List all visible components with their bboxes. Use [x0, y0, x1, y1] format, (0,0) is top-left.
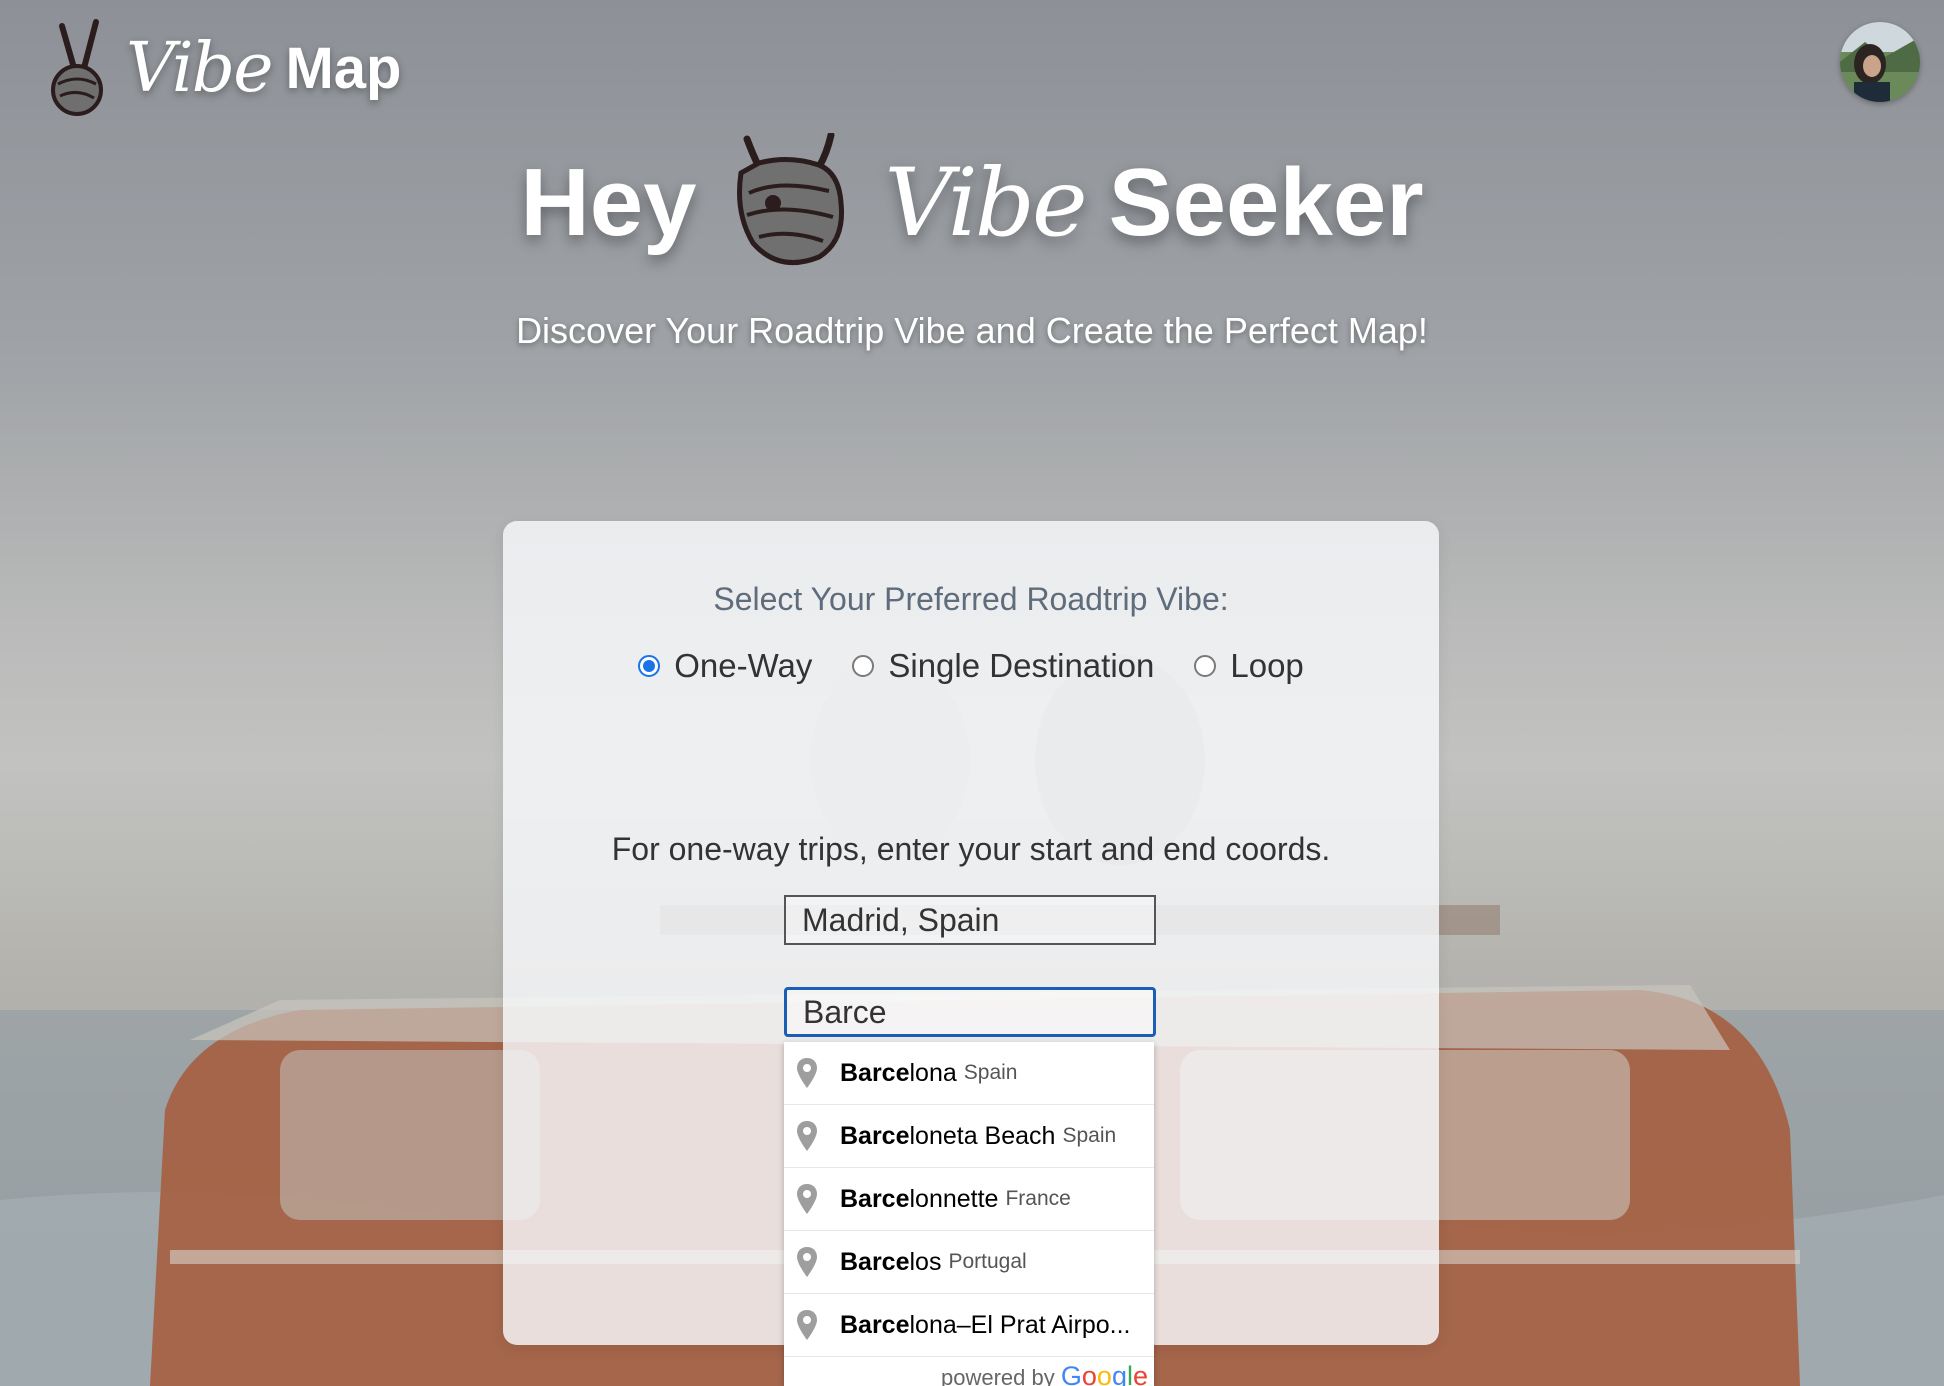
radio-loop[interactable]: Loop — [1194, 647, 1304, 685]
map-pin-icon — [797, 1121, 817, 1151]
powered-by-text: powered by — [940, 1365, 1055, 1386]
suggestion-rest: loneta Beach — [909, 1121, 1056, 1150]
suggestion-item[interactable]: Barce lona–El Prat Airpo... — [784, 1294, 1154, 1357]
hero-vibe: Vibe — [884, 148, 1088, 258]
map-pin-icon — [797, 1310, 817, 1340]
suggestion-item[interactable]: Barce loneta Beach Spain — [784, 1105, 1154, 1168]
map-pin-icon — [797, 1184, 817, 1214]
suggestion-item[interactable]: Barce lona Spain — [784, 1042, 1154, 1105]
brand-map-text: Map — [285, 35, 402, 101]
suggestion-country: Spain — [963, 1061, 1018, 1084]
hero-heading: Hey Vibe Seeker — [0, 128, 1944, 278]
suggestion-match: Barce — [840, 1247, 910, 1276]
suggestion-rest: los — [909, 1247, 942, 1276]
avatar-image — [1840, 22, 1920, 102]
suggestion-match: Barce — [840, 1310, 910, 1339]
map-pin-icon — [797, 1058, 817, 1088]
start-location-input[interactable] — [784, 895, 1156, 945]
vibe-radio-group: One-Way Single Destination Loop — [503, 647, 1439, 685]
radio-one-way-label: One-Way — [674, 647, 813, 684]
user-avatar[interactable] — [1840, 22, 1920, 102]
autocomplete-dropdown: Barce lona Spain Barce loneta Beach Spain Ba… — [784, 1042, 1154, 1386]
suggestion-rest: lona — [909, 1058, 957, 1087]
powered-by-google: powered by Google — [941, 1361, 1148, 1386]
suggestion-item[interactable]: Barce los Portugal — [784, 1231, 1154, 1294]
google-logo: Google — [1060, 1361, 1148, 1386]
suggestion-country: France — [1005, 1187, 1071, 1210]
radio-single-destination-dot[interactable] — [852, 655, 875, 677]
suggestion-match: Barce — [840, 1058, 910, 1087]
hero-hey: Hey — [520, 149, 697, 256]
radio-single-destination[interactable]: Single Destination — [852, 647, 1154, 685]
suggestion-match: Barce — [840, 1184, 910, 1213]
radio-one-way[interactable]: One-Way — [638, 647, 812, 685]
suggestion-rest: lona–El Prat Airpo... — [909, 1310, 1131, 1339]
radio-loop-dot[interactable] — [1194, 655, 1217, 677]
suggestion-match: Barce — [840, 1121, 910, 1150]
peace-hand-icon — [51, 19, 103, 116]
suggestion-country: Portugal — [948, 1250, 1027, 1273]
trip-instructions: For one-way trips, enter your start and … — [611, 831, 1331, 867]
brand-vibe-text: Vibe — [126, 28, 273, 108]
hero-subtitle: Discover Your Roadtrip Vibe and Create t… — [516, 310, 1428, 351]
radio-single-destination-label: Single Destination — [888, 647, 1155, 684]
radio-loop-label: Loop — [1230, 647, 1304, 684]
suggestion-country: Spain — [1062, 1124, 1117, 1147]
suggestion-rest: lonnette — [909, 1184, 999, 1213]
map-pin-icon — [797, 1247, 817, 1277]
hero-seeker: Seeker — [1108, 149, 1424, 256]
end-location-input[interactable] — [784, 987, 1156, 1037]
suggestion-item[interactable]: Barce lonnette France — [784, 1168, 1154, 1231]
radio-one-way-dot[interactable] — [638, 655, 661, 677]
brand-logo-link[interactable]: Vibe Map — [44, 18, 401, 118]
vibe-prompt: Select Your Preferred Roadtrip Vibe: — [713, 581, 1229, 617]
peace-hand-icon — [736, 133, 844, 266]
